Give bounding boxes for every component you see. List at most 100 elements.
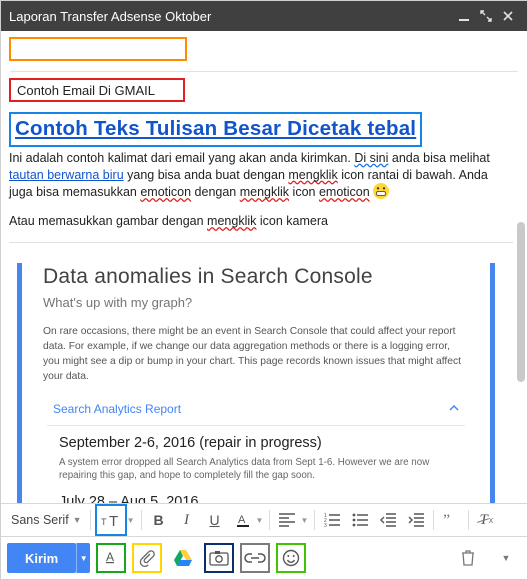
align-caret[interactable]: ▼ <box>300 516 308 525</box>
text: icon <box>289 185 319 199</box>
format-toolbar: Sans Serif ▼ TT ▼ B I U A ▼ ▼ 123 <box>1 503 527 537</box>
accordion: Search Analytics Report September 2-6, 2… <box>47 395 465 503</box>
font-size-highlight: TT <box>95 504 127 536</box>
scrollbar[interactable] <box>517 112 525 501</box>
close-icon <box>502 10 514 22</box>
expand-icon <box>480 10 492 22</box>
send-button[interactable]: Kirim <box>7 543 76 573</box>
paragraph-1: Ini adalah contoh kalimat dari email yan… <box>9 150 513 202</box>
drive-button[interactable] <box>168 543 198 573</box>
align-left-icon <box>279 513 295 527</box>
recipients-input[interactable] <box>9 37 187 61</box>
accordion-separator <box>47 425 465 426</box>
title-bar: Laporan Transfer Adsense Oktober <box>1 1 527 31</box>
scrollbar-thumb[interactable] <box>517 222 525 382</box>
svg-text:A: A <box>106 550 114 564</box>
text: Di sini <box>354 151 388 165</box>
indent-button[interactable] <box>403 507 429 533</box>
emoji-icon <box>282 549 300 567</box>
minimize-button[interactable] <box>453 5 475 27</box>
preview-description: On rare occasions, there might be an eve… <box>43 325 469 385</box>
link-icon <box>244 552 266 564</box>
attach-button[interactable] <box>132 543 162 573</box>
clear-format-button[interactable]: Tx <box>473 507 499 533</box>
ordered-list-button[interactable]: 123 <box>319 507 345 533</box>
text: dengan <box>191 185 240 199</box>
caret-down-icon: ▼ <box>73 515 82 525</box>
accordion-item: July 28 – Aug 5, 2016 <box>47 493 465 503</box>
email-body[interactable]: Contoh Teks Tulisan Besar Dicetak tebal … <box>1 104 527 503</box>
svg-text:3: 3 <box>324 523 327 527</box>
send-options-button[interactable]: ▼ <box>76 543 90 573</box>
drive-icon <box>173 549 193 567</box>
insert-link-button[interactable] <box>240 543 270 573</box>
divider <box>90 510 91 530</box>
minimize-icon <box>458 10 470 22</box>
subject-value: Contoh Email Di GMAIL <box>17 83 155 98</box>
accordion-range: September 2-6, 2016 (repair in progress) <box>59 434 457 454</box>
text: anda bisa melihat <box>388 151 489 165</box>
send-label: Kirim <box>25 551 58 566</box>
subject-input[interactable]: Contoh Email Di GMAIL <box>9 78 185 102</box>
svg-text:”: ” <box>443 513 450 527</box>
paragraph-2: Atau memasukkan gambar dengan mengklik i… <box>9 213 513 230</box>
insert-photo-button[interactable] <box>204 543 234 573</box>
window-title: Laporan Transfer Adsense Oktober <box>9 9 453 24</box>
example-link[interactable]: tautan berwarna biru <box>9 168 124 182</box>
text: icon kamera <box>256 214 328 228</box>
outdent-icon <box>380 513 396 527</box>
text: July 28 – Aug 5, 2016 <box>59 494 198 503</box>
close-button[interactable] <box>497 5 519 27</box>
clear-format-icon: T <box>479 512 487 529</box>
send-toolbar: Kirim ▼ A ▼ <box>1 537 527 579</box>
text-color-button[interactable]: A <box>230 507 256 533</box>
embedded-preview: Data anomalies in Search Console What's … <box>9 242 513 503</box>
quote-icon: ” <box>443 513 459 527</box>
divider <box>269 510 270 530</box>
accordion-item: September 2-6, 2016 (repair in progress)… <box>47 434 465 493</box>
indent-icon <box>408 513 424 527</box>
compose-window: Laporan Transfer Adsense Oktober Contoh … <box>0 0 528 580</box>
text: mengklik <box>240 185 289 199</box>
header-fields: Contoh Email Di GMAIL <box>1 31 527 104</box>
unordered-list-button[interactable] <box>347 507 373 533</box>
text: mengklik <box>288 168 337 182</box>
italic-button[interactable]: I <box>174 507 200 533</box>
ordered-list-icon: 123 <box>324 513 340 527</box>
bold-button[interactable]: B <box>146 507 172 533</box>
outdent-button[interactable] <box>375 507 401 533</box>
accordion-range: July 28 – Aug 5, 2016 <box>59 493 457 503</box>
text: Ini adalah contoh kalimat dari email yan… <box>9 151 354 165</box>
text-color-icon: A <box>235 512 251 528</box>
font-size-caret[interactable]: ▼ <box>127 516 135 525</box>
divider <box>433 510 434 530</box>
camera-icon <box>209 550 229 566</box>
underline-button[interactable]: U <box>202 507 228 533</box>
text: emoticon <box>140 185 191 199</box>
accordion-header[interactable]: Search Analytics Report <box>47 395 465 423</box>
text-format-toggle[interactable]: A <box>96 543 126 573</box>
svg-text:T: T <box>101 517 107 527</box>
divider <box>141 510 142 530</box>
svg-text:A: A <box>238 514 246 526</box>
expand-button[interactable] <box>475 5 497 27</box>
caret-down-icon: ▼ <box>502 553 511 563</box>
preview-title: Data anomalies in Search Console <box>43 263 479 291</box>
insert-emoji-button[interactable] <box>276 543 306 573</box>
text: Atau memasukkan gambar dengan <box>9 214 207 228</box>
grin-emoji-icon <box>373 183 389 199</box>
font-label: Sans Serif <box>11 513 69 527</box>
bullet-list-icon <box>352 513 368 527</box>
svg-text:T: T <box>109 513 118 528</box>
text: yang bisa anda buat dengan <box>124 168 289 182</box>
header-separator <box>10 71 518 72</box>
text-color-caret[interactable]: ▼ <box>256 516 264 525</box>
discard-button[interactable] <box>453 543 483 573</box>
more-options-button[interactable]: ▼ <box>491 543 521 573</box>
quote-button[interactable]: ” <box>438 507 464 533</box>
headline-text: Contoh Teks Tulisan Besar Dicetak tebal <box>15 117 416 140</box>
font-family-dropdown[interactable]: Sans Serif ▼ <box>7 513 86 527</box>
font-size-button[interactable]: TT <box>98 507 124 533</box>
text: (repair in progress) <box>195 435 322 451</box>
align-button[interactable] <box>274 507 300 533</box>
